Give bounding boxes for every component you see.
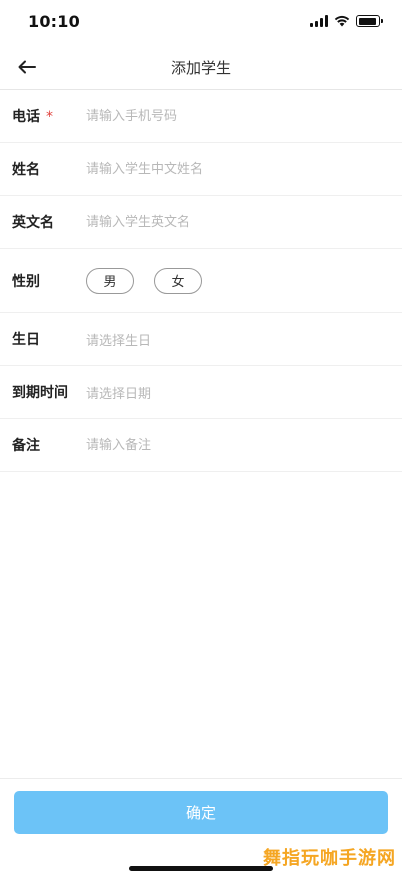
birthday-row: 生日 请选择生日: [0, 313, 402, 366]
page-title: 添加学生: [170, 59, 231, 77]
gender-row: 性别 男 女: [0, 249, 402, 313]
note-input[interactable]: [86, 430, 390, 460]
confirm-button[interactable]: 确定: [14, 791, 388, 834]
name-label: 姓名: [12, 162, 40, 178]
note-label: 备注: [12, 438, 40, 454]
gender-options: 男 女: [86, 267, 202, 294]
note-row: 备注: [0, 419, 402, 472]
gender-female-button[interactable]: 女: [154, 267, 202, 294]
birthday-label: 生日: [12, 332, 40, 348]
nav-bar: 添加学生: [0, 44, 402, 90]
name-row: 姓名: [0, 143, 402, 196]
phone-label: 电话 *: [12, 109, 53, 125]
watermark: 舞指玩咖手游网: [263, 848, 396, 869]
english-name-input[interactable]: [86, 207, 390, 237]
phone-input[interactable]: [86, 101, 390, 131]
expiry-date-picker[interactable]: 请选择日期: [86, 383, 390, 402]
student-form: 电话* 姓名 英文名 性别 男 女 生日 请选择生日 到期时间 请选择日期 备注: [0, 90, 402, 472]
battery-icon: [356, 15, 383, 27]
phone-row: 电话 *: [0, 90, 402, 143]
wifi-icon: [334, 15, 350, 27]
english-name-row: 英文名: [0, 196, 402, 249]
status-time: 10:10: [28, 12, 80, 31]
required-mark: *: [46, 109, 53, 125]
english-name-label: 英文名: [12, 215, 54, 231]
home-indicator: [129, 866, 273, 871]
gender-label: 性别: [12, 273, 40, 290]
expiry-row: 到期时间 请选择日期: [0, 366, 402, 419]
birthday-picker[interactable]: 请选择生日: [86, 330, 390, 349]
expiry-label: 到期时间: [12, 385, 68, 401]
status-icons: [310, 15, 383, 27]
name-input[interactable]: [86, 154, 390, 184]
gender-male-button[interactable]: 男: [86, 267, 134, 294]
status-bar: 10:10: [0, 0, 402, 44]
signal-icon: [310, 15, 328, 27]
